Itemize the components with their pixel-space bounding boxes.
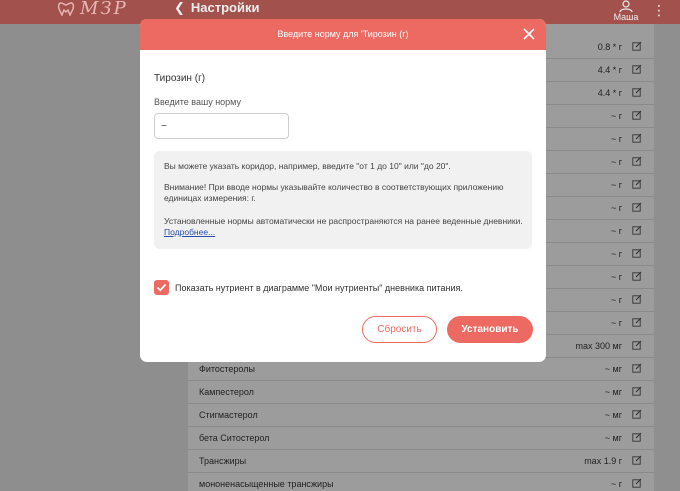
nutrient-row-value: ~ г xyxy=(610,226,622,236)
nutrient-row-name: Кампестерол xyxy=(199,387,254,397)
nutrient-row-value: max 1.9 г xyxy=(584,456,622,466)
edit-icon[interactable] xyxy=(632,363,642,373)
user-name: Маша xyxy=(613,12,639,22)
tooth-logo-icon xyxy=(58,2,74,16)
show-in-chart-label: Показать нутриент в диаграмме "Мои нутри… xyxy=(175,283,463,293)
nutrient-row-name: Фитостеролы xyxy=(199,364,255,374)
nutrient-row-value: ~ г xyxy=(610,318,622,328)
show-in-chart-checkbox[interactable] xyxy=(154,280,169,295)
info-diary-text: Установленные нормы автоматически не рас… xyxy=(164,216,523,226)
back-button[interactable]: ❮ Настройки xyxy=(174,0,260,16)
edit-icon[interactable] xyxy=(632,64,642,74)
chevron-left-icon: ❮ xyxy=(174,0,185,15)
edit-icon[interactable] xyxy=(632,340,642,350)
edit-icon[interactable] xyxy=(632,317,642,327)
edit-icon[interactable] xyxy=(632,271,642,281)
dialog-title: Введите норму для 'Тирозин (г) xyxy=(277,29,409,39)
nutrient-row: мононенасыщенные трансжиры ~ г xyxy=(188,473,654,491)
close-icon[interactable] xyxy=(522,27,536,41)
info-diary-note: Установленные нормы автоматически не рас… xyxy=(164,216,524,237)
norm-input-label: Введите вашу норму xyxy=(154,97,241,107)
app-logo[interactable]: МЗР xyxy=(80,0,128,19)
norm-input[interactable] xyxy=(154,113,289,139)
edit-icon[interactable] xyxy=(632,179,642,189)
nutrient-row-value: ~ мг xyxy=(604,410,622,420)
edit-icon[interactable] xyxy=(632,248,642,258)
nutrient-row-value: ~ г xyxy=(610,180,622,190)
norm-dialog: Введите норму для 'Тирозин (г) Тирозин (… xyxy=(140,19,546,362)
edit-icon[interactable] xyxy=(632,478,642,488)
back-label: Настройки xyxy=(190,0,260,15)
nutrient-row-value: ~ г xyxy=(610,203,622,213)
nutrient-row: Кампестерол ~ мг xyxy=(188,381,654,404)
dialog-header: Введите норму для 'Тирозин (г) xyxy=(140,19,546,50)
nutrient-row-value: 4.4 * г xyxy=(597,65,622,75)
nutrient-row: бета Ситостерол ~ мг xyxy=(188,427,654,450)
nutrient-row-name: Стигмастерол xyxy=(199,410,258,420)
nutrient-row-name: мононенасыщенные трансжиры xyxy=(199,479,334,489)
set-button[interactable]: Установить xyxy=(447,316,533,343)
nutrient-row: Стигмастерол ~ мг xyxy=(188,404,654,427)
more-info-link[interactable]: Подробнее... xyxy=(164,227,215,237)
user-group-icon xyxy=(619,0,633,12)
edit-icon[interactable] xyxy=(632,41,642,51)
edit-icon[interactable] xyxy=(632,455,642,465)
edit-icon[interactable] xyxy=(632,386,642,396)
nutrient-row-value: ~ г xyxy=(610,249,622,259)
nutrient-name: Тирозин (г) xyxy=(154,73,206,84)
more-menu-icon[interactable]: ⋮ xyxy=(652,2,666,19)
nutrient-row: Трансжиры max 1.9 г xyxy=(188,450,654,473)
nutrient-row-value: ~ мг xyxy=(604,364,622,374)
edit-icon[interactable] xyxy=(632,87,642,97)
nutrient-row-value: ~ г xyxy=(610,134,622,144)
info-box: Вы можете указать коридор, например, вве… xyxy=(154,151,532,249)
info-units-warning: Внимание! При вводе нормы указывайте кол… xyxy=(164,182,504,203)
nutrient-row-value: ~ г xyxy=(610,479,622,489)
nutrient-row-value: ~ мг xyxy=(604,433,622,443)
info-range-hint: Вы можете указать коридор, например, вве… xyxy=(164,161,451,171)
nutrient-row-name: бета Ситостерол xyxy=(199,433,270,443)
edit-icon[interactable] xyxy=(632,202,642,212)
nutrient-row-value: ~ г xyxy=(610,157,622,167)
nutrient-row-value: max 300 мг xyxy=(575,341,623,351)
edit-icon[interactable] xyxy=(632,156,642,166)
checkmark-icon xyxy=(156,283,167,292)
user-profile-button[interactable]: Маша xyxy=(610,0,642,22)
edit-icon[interactable] xyxy=(632,225,642,235)
edit-icon[interactable] xyxy=(632,294,642,304)
nutrient-row-value: ~ г xyxy=(610,111,622,121)
nutrient-row-value: ~ г xyxy=(610,272,622,282)
edit-icon[interactable] xyxy=(632,133,642,143)
nutrient-row-value: 0.8 * г xyxy=(597,42,622,52)
edit-icon[interactable] xyxy=(632,432,642,442)
nutrient-row-name: Трансжиры xyxy=(199,456,247,466)
nutrient-row-value: 4.4 * г xyxy=(597,88,622,98)
edit-icon[interactable] xyxy=(632,409,642,419)
edit-icon[interactable] xyxy=(632,110,642,120)
nutrient-row-value: ~ мг xyxy=(604,387,622,397)
reset-button[interactable]: Сбросить xyxy=(362,316,437,343)
nutrient-row-value: ~ г xyxy=(610,295,622,305)
